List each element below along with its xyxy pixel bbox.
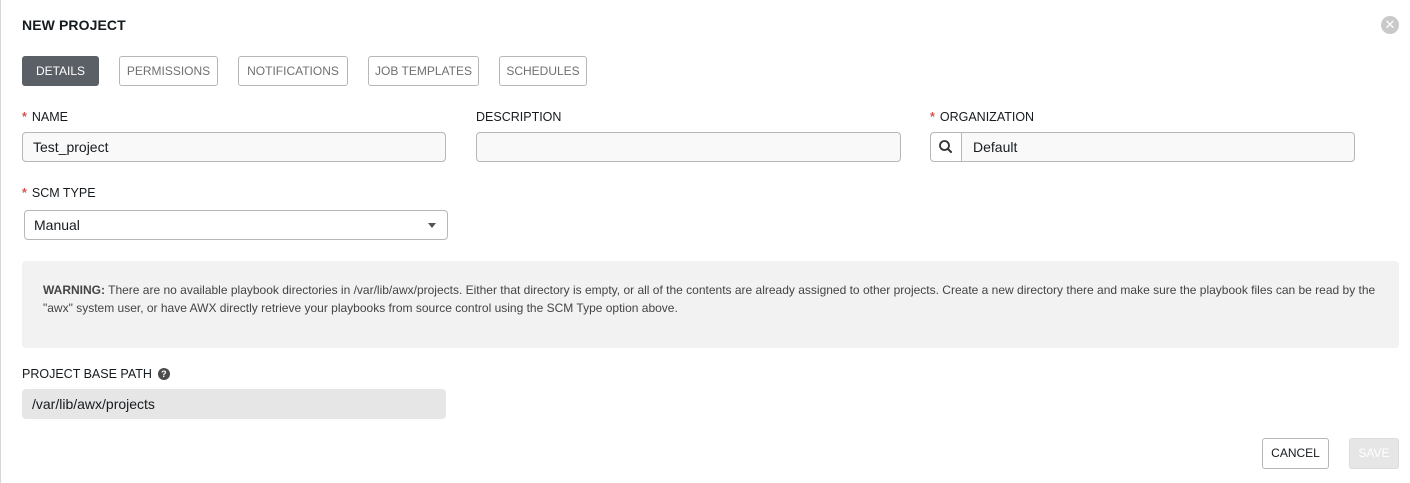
cancel-button[interactable]: CANCEL [1262,438,1329,469]
tab-details[interactable]: DETAILS [22,56,99,86]
save-button[interactable]: SAVE [1349,438,1399,469]
description-field[interactable] [476,132,901,162]
description-label: DESCRIPTION [476,110,562,124]
warning-prefix: WARNING: [43,283,105,297]
tab-permissions[interactable]: PERMISSIONS [119,56,218,86]
required-marker: * [22,186,27,200]
warning-box: WARNING: There are no available playbook… [22,261,1399,348]
search-icon [939,140,952,153]
new-project-panel: NEW PROJECT ✕ DETAILS PERMISSIONS NOTIFI… [0,0,1409,483]
organization-lookup-button[interactable] [931,133,962,161]
organization-label: * ORGANIZATION [930,110,1035,124]
tab-job-templates[interactable]: JOB TEMPLATES [368,56,479,86]
question-circle-icon[interactable]: ? [157,368,170,380]
project-base-path-field: /var/lib/awx/projects [22,389,446,419]
page-title: NEW PROJECT [22,17,126,33]
organization-field[interactable]: Default [930,132,1355,162]
tab-schedules[interactable]: SCHEDULES [499,56,587,86]
required-marker: * [22,110,27,124]
tab-notifications[interactable]: NOTIFICATIONS [238,56,348,86]
name-field[interactable]: Test_project [22,132,446,162]
scm-type-label: * SCM TYPE [22,186,96,200]
warning-text: There are no available playbook director… [43,283,1376,315]
scm-type-value: Manual [34,217,80,233]
required-marker: * [930,110,935,124]
close-icon[interactable]: ✕ [1381,16,1399,34]
name-label: * NAME [22,110,68,124]
scm-type-select[interactable]: Manual [24,210,448,240]
organization-value: Default [973,139,1018,155]
caret-down-icon [428,223,436,228]
project-base-path-label: PROJECT BASE PATH? [22,367,170,381]
